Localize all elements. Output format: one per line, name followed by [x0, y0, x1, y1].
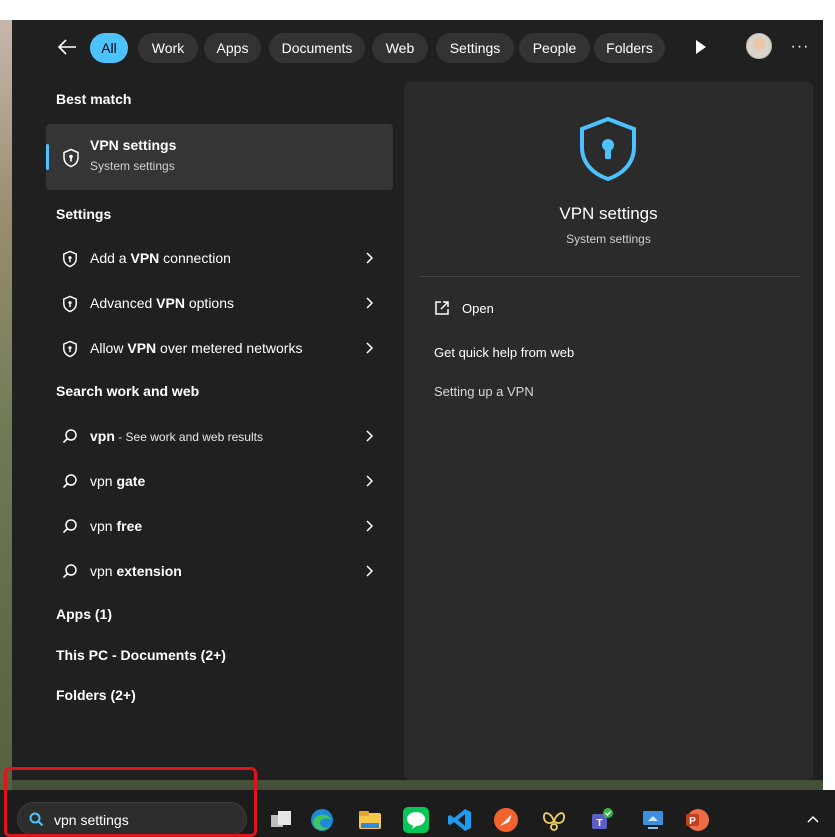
search-icon	[62, 564, 77, 579]
chevron-right-icon	[366, 475, 374, 487]
edge-icon[interactable]	[309, 807, 335, 833]
result-label: Allow VPN over metered networks	[90, 340, 303, 356]
taskbar-search-input[interactable]: vpn settings	[17, 802, 247, 836]
settings-result[interactable]: Advanced VPN options	[46, 284, 393, 322]
powerpoint-icon[interactable]: P	[684, 807, 710, 833]
shield-icon	[63, 295, 77, 313]
play-icon[interactable]	[694, 38, 708, 56]
divider	[421, 276, 801, 277]
butterfly-icon[interactable]	[541, 807, 567, 833]
tab-people[interactable]: People	[519, 33, 590, 63]
tab-work[interactable]: Work	[138, 33, 198, 63]
result-label: Add a VPN connection	[90, 250, 231, 266]
settings-result[interactable]: Allow VPN over metered networks	[46, 329, 393, 367]
swift-icon[interactable]	[493, 807, 519, 833]
line-icon[interactable]	[403, 807, 429, 833]
result-label: vpn - See work and web results	[90, 428, 263, 444]
open-label: Open	[462, 301, 494, 316]
settings-result[interactable]: Add a VPN connection	[46, 239, 393, 277]
web-result[interactable]: vpn free	[46, 507, 393, 545]
tab-apps[interactable]: Apps	[204, 33, 261, 63]
chevron-right-icon	[366, 565, 374, 577]
svg-text:T: T	[596, 818, 602, 829]
chevron-right-icon	[366, 297, 374, 309]
avatar[interactable]	[746, 33, 772, 59]
shield-icon	[63, 148, 79, 168]
documents-group[interactable]: This PC - Documents (2+)	[56, 647, 226, 663]
web-heading: Search work and web	[56, 383, 200, 399]
open-button[interactable]: Open	[430, 297, 630, 321]
best-match-heading: Best match	[56, 91, 132, 107]
selection-indicator	[46, 144, 49, 170]
more-options-icon[interactable]: ···	[789, 37, 811, 57]
desktop-wallpaper	[0, 20, 12, 790]
task-view-icon[interactable]	[268, 807, 294, 833]
page-top-strip	[0, 0, 835, 20]
apps-group[interactable]: Apps (1)	[56, 606, 112, 622]
open-external-icon	[435, 301, 449, 315]
shield-icon	[63, 250, 77, 268]
remote-desktop-icon[interactable]	[640, 807, 666, 833]
folders-group[interactable]: Folders (2+)	[56, 687, 136, 703]
result-label: vpn extension	[90, 563, 182, 579]
best-match-result[interactable]: VPN settings System settings	[46, 124, 393, 190]
web-result[interactable]: vpn extension	[46, 552, 393, 590]
tab-documents[interactable]: Documents	[269, 33, 365, 63]
help-heading: Get quick help from web	[434, 345, 575, 360]
chevron-right-icon	[366, 520, 374, 532]
shield-icon	[63, 340, 77, 358]
file-explorer-icon[interactable]	[357, 807, 383, 833]
filter-bar: All Work Apps Documents Web Settings Peo…	[12, 20, 823, 78]
search-icon	[62, 474, 77, 489]
search-value: vpn settings	[54, 812, 129, 828]
back-arrow-icon[interactable]	[56, 36, 78, 58]
best-match-subtitle: System settings	[90, 159, 175, 173]
shield-icon	[580, 116, 636, 182]
detail-pane: VPN settings System settings Open Get qu…	[404, 82, 813, 780]
tab-folders[interactable]: Folders	[594, 33, 665, 63]
chevron-right-icon	[366, 342, 374, 354]
result-label: vpn free	[90, 518, 143, 534]
best-match-title: VPN settings	[90, 137, 177, 153]
teams-icon[interactable]: T	[589, 807, 615, 833]
svg-text:P: P	[689, 816, 696, 827]
search-icon	[62, 519, 77, 534]
help-link[interactable]: Setting up a VPN	[434, 384, 534, 399]
search-panel: All Work Apps Documents Web Settings Peo…	[12, 20, 823, 780]
chevron-right-icon	[366, 252, 374, 264]
chevron-up-icon[interactable]	[806, 814, 820, 824]
chevron-right-icon	[366, 430, 374, 442]
tab-all[interactable]: All	[90, 33, 128, 63]
result-label: vpn gate	[90, 473, 146, 489]
search-icon	[29, 812, 44, 827]
taskbar: vpn settings T P	[0, 790, 835, 837]
page-right-strip	[823, 0, 835, 790]
detail-title: VPN settings	[559, 204, 658, 223]
search-icon	[62, 429, 77, 444]
settings-heading: Settings	[56, 206, 112, 222]
detail-subtitle: System settings	[566, 232, 651, 246]
tab-web[interactable]: Web	[372, 33, 428, 63]
vscode-icon[interactable]	[447, 807, 473, 833]
result-label: Advanced VPN options	[90, 295, 235, 311]
web-result[interactable]: vpn gate	[46, 462, 393, 500]
tab-settings[interactable]: Settings	[436, 33, 514, 63]
web-result[interactable]: vpn - See work and web results	[46, 417, 393, 455]
